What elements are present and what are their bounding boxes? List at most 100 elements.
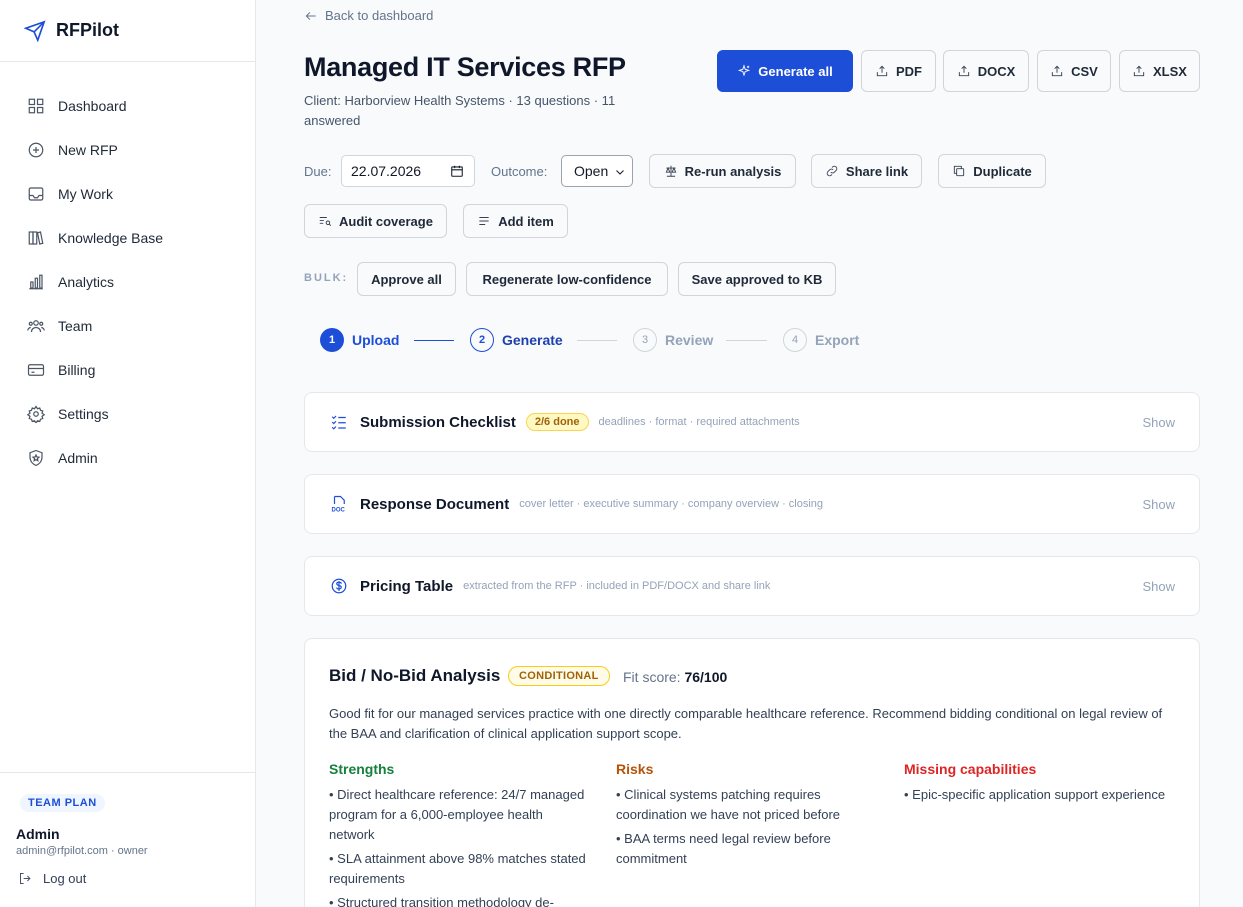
outcome-select[interactable]: Open [561,155,633,187]
dollar-circle-icon [331,578,347,594]
step-number: 4 [783,328,807,352]
verdict-badge: CONDITIONAL [508,666,610,686]
regenerate-low-confidence-button[interactable]: Regenerate low-confidence [466,262,668,296]
share-link-button[interactable]: Share link [811,154,922,188]
svg-text:DOC: DOC [332,508,346,514]
export-xlsx-label: XLSX [1153,63,1187,79]
missing-capabilities-column: Missing capabilities • Epic-specific app… [904,761,1166,809]
outcome-label: Outcome: [491,164,548,179]
shield-star-icon [29,449,43,467]
export-xlsx-button[interactable]: XLSX [1119,50,1200,92]
duplicate-button[interactable]: Duplicate [938,154,1046,188]
sidebar-item-label: Team [58,318,93,334]
gear-icon [27,405,45,423]
bulk-label: BULK: [304,272,349,284]
step-label: Upload [352,332,400,348]
export-csv-label: CSV [1071,63,1098,79]
fit-score: Fit score: 76/100 [623,669,727,685]
show-toggle[interactable]: Show [1142,579,1175,594]
generate-all-button[interactable]: Generate all [717,50,853,92]
sidebar-item-dashboard[interactable]: Dashboard [0,84,255,128]
sidebar-item-label: New RFP [58,142,118,158]
logout-button[interactable]: Log out [18,871,240,886]
sidebar-item-label: Dashboard [58,98,127,114]
submission-checklist-header[interactable]: Submission Checklist 2/6 done deadlines … [305,393,1199,451]
audit-coverage-button[interactable]: Audit coverage [304,204,447,238]
list-search-icon [319,217,332,226]
export-docx-label: DOCX [977,63,1016,79]
step-connector [414,340,454,341]
rerun-analysis-label: Re-run analysis [684,163,782,179]
pricing-table-header[interactable]: Pricing Table extracted from the RFP · i… [305,557,1199,615]
sidebar-item-team[interactable]: Team [0,304,255,348]
regenerate-label: Regenerate low-confidence [482,271,652,287]
inbox-icon [28,187,44,201]
user-name: Admin [16,826,60,842]
sidebar-item-new-rfp[interactable]: New RFP [0,128,255,172]
submission-checklist-card: Submission Checklist 2/6 done deadlines … [304,392,1200,452]
strength-item: • Structured transition methodology de- [329,895,554,907]
sidebar-item-settings[interactable]: Settings [0,392,255,436]
sparkles-icon [738,64,751,77]
strength-item: • SLA attainment above 98% matches state… [329,851,586,886]
step-label: Review [665,332,714,348]
strength-item: • Direct healthcare reference: 24/7 mana… [329,787,585,842]
upload-icon [1133,65,1145,77]
checklist-icon [331,415,346,430]
user-meta: admin@rfpilot.com · owner [16,845,148,857]
progress-badge: 2/6 done [525,413,589,431]
grid-icon [28,98,44,114]
chevron-down-icon [616,170,624,175]
add-item-button[interactable]: Add item [463,204,568,238]
page-title: Managed IT Services RFP [304,52,626,82]
response-document-header[interactable]: DOC Response Document cover letter · exe… [305,475,1199,533]
logout-icon [20,873,31,884]
strengths-heading: Strengths [329,761,395,777]
section-hint: extracted from the RFP · included in PDF… [463,580,771,592]
step-label: Export [815,332,860,348]
export-docx-button[interactable]: DOCX [943,50,1029,92]
step-upload[interactable]: 1 Upload [320,328,399,352]
pricing-table-card: Pricing Table extracted from the RFP · i… [304,556,1200,616]
export-pdf-label: PDF [896,63,922,79]
doc-file-icon: DOC [332,495,346,514]
plan-badge: TEAM PLAN [20,794,105,812]
list-icon [479,217,489,225]
risk-item: • BAA terms need legal review before com… [616,831,831,866]
section-title: Response Document [360,495,510,513]
due-date-value: 22.07.2026 [351,163,422,179]
back-link[interactable]: Back to dashboard [304,8,433,23]
calendar-icon [451,165,463,177]
sidebar-footer: TEAM PLAN Admin admin@rfpilot.com · owne… [0,772,256,907]
brand[interactable]: RFPilot [0,0,255,62]
upload-icon [1051,65,1063,77]
export-pdf-button[interactable]: PDF [861,50,936,92]
back-link-label: Back to dashboard [325,8,434,23]
upload-icon [876,65,888,77]
step-generate[interactable]: 2 Generate [470,328,563,352]
sidebar-item-my-work[interactable]: My Work [0,172,255,216]
books-icon [28,231,44,245]
share-link-label: Share link [845,163,909,179]
rerun-analysis-button[interactable]: Re-run analysis [649,154,796,188]
scale-icon [665,165,676,177]
export-csv-button[interactable]: CSV [1037,50,1111,92]
step-review[interactable]: 3 Review [633,328,713,352]
sidebar-item-admin[interactable]: Admin [0,436,255,480]
sidebar-item-analytics[interactable]: Analytics [0,260,255,304]
due-date-input[interactable]: 22.07.2026 [341,155,475,187]
sidebar-item-label: Knowledge Base [58,230,164,246]
step-export[interactable]: 4 Export [783,328,859,352]
sidebar-item-label: Billing [58,362,96,378]
sidebar-item-billing[interactable]: Billing [0,348,255,392]
step-number: 1 [320,328,344,352]
duplicate-label: Duplicate [973,163,1032,179]
show-toggle[interactable]: Show [1142,415,1175,430]
sidebar-item-knowledge-base[interactable]: Knowledge Base [0,216,255,260]
step-label: Generate [502,332,563,348]
missing-item: • Epic-specific application support expe… [904,787,1166,802]
analysis-title: Bid / No-Bid Analysis [329,666,501,685]
show-toggle[interactable]: Show [1142,497,1175,512]
save-approved-kb-button[interactable]: Save approved to KB [678,262,836,296]
approve-all-button[interactable]: Approve all [357,262,456,296]
